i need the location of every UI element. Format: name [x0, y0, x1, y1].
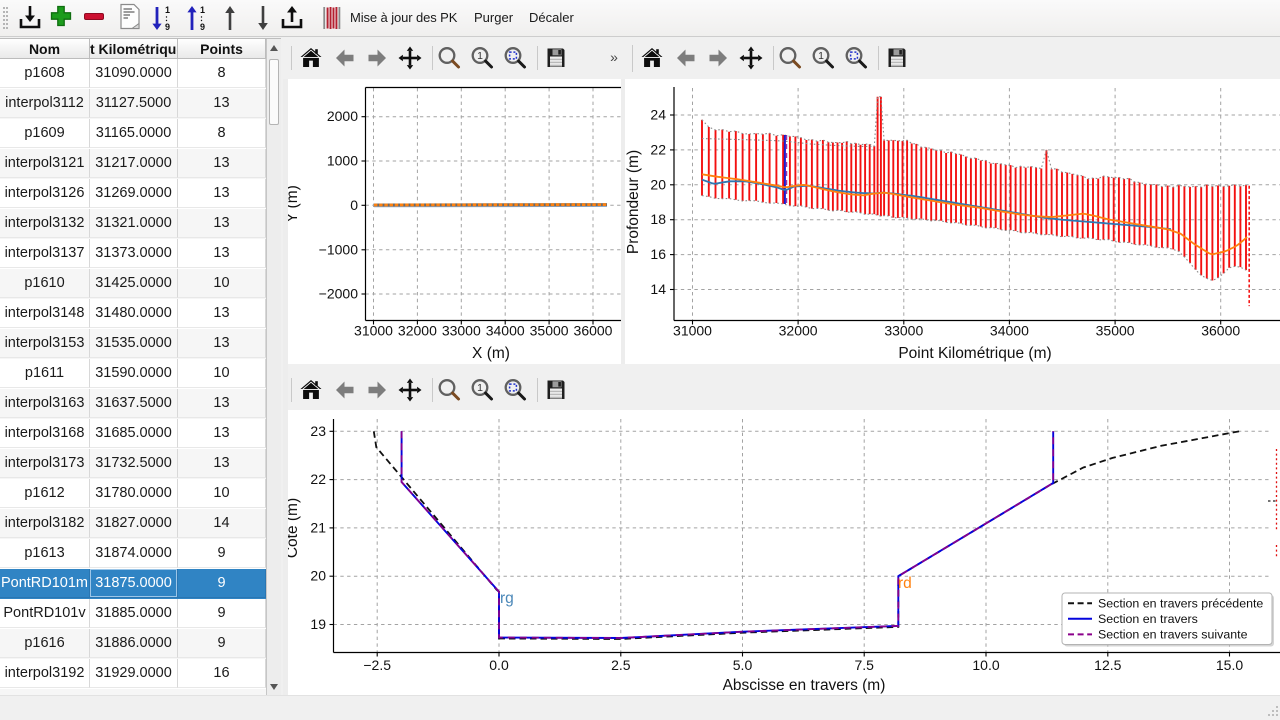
svg-text:34000: 34000 [990, 323, 1029, 339]
svg-text:16: 16 [650, 246, 666, 262]
svg-text:Section en travers: Section en travers [1098, 612, 1198, 626]
svg-text:1000: 1000 [327, 153, 358, 169]
svg-text:12.5: 12.5 [1094, 657, 1121, 673]
svg-text:22: 22 [650, 141, 666, 157]
svg-text:2000: 2000 [327, 108, 358, 124]
svg-text:Abscisse en travers (m): Abscisse en travers (m) [723, 677, 886, 694]
svg-text:Profondeur (m): Profondeur (m) [625, 150, 642, 254]
svg-text:35000: 35000 [1096, 323, 1135, 339]
svg-text:Section en travers suivante: Section en travers suivante [1098, 628, 1248, 642]
svg-text:−1000: −1000 [319, 241, 359, 257]
svg-text:1: 1 [477, 382, 483, 394]
svg-text:X (m): X (m) [472, 345, 510, 362]
svg-text:1: 1 [200, 5, 205, 15]
svg-text:1: 1 [477, 50, 483, 62]
svg-text:31000: 31000 [354, 323, 393, 339]
svg-text:2.5: 2.5 [611, 657, 631, 673]
svg-text:19: 19 [310, 616, 326, 632]
svg-text:rd: rd [898, 575, 912, 592]
svg-text:34000: 34000 [486, 323, 525, 339]
svg-text:−2.5: −2.5 [363, 657, 391, 673]
svg-text:20: 20 [310, 568, 326, 584]
svg-text:7.5: 7.5 [854, 657, 874, 673]
svg-text:36000: 36000 [574, 323, 613, 339]
svg-text:0.0: 0.0 [489, 657, 509, 673]
svg-text:36000: 36000 [1201, 323, 1240, 339]
svg-text:32000: 32000 [398, 323, 437, 339]
svg-text:9: 9 [165, 22, 170, 32]
svg-text:5.0: 5.0 [733, 657, 753, 673]
svg-text:24: 24 [650, 107, 666, 123]
svg-text:31000: 31000 [673, 323, 712, 339]
svg-text:33000: 33000 [884, 323, 923, 339]
svg-text:10.0: 10.0 [972, 657, 999, 673]
svg-text:21: 21 [310, 519, 326, 535]
svg-text:rg: rg [500, 590, 514, 607]
svg-text:22: 22 [310, 471, 326, 487]
svg-text:Point Kilométrique (m): Point Kilométrique (m) [898, 345, 1051, 362]
svg-text:32000: 32000 [779, 323, 818, 339]
svg-text:14: 14 [650, 281, 666, 297]
svg-text:Cote (m): Cote (m) [288, 498, 301, 558]
svg-text:Section en travers précédente: Section en travers précédente [1098, 596, 1263, 610]
svg-text:18: 18 [650, 211, 666, 227]
svg-text:1: 1 [165, 5, 170, 15]
svg-text:0: 0 [350, 197, 358, 213]
svg-text:−2000: −2000 [319, 286, 359, 302]
svg-text:35000: 35000 [530, 323, 569, 339]
svg-text:1: 1 [818, 50, 824, 62]
svg-text:20: 20 [650, 176, 666, 192]
svg-text:33000: 33000 [442, 323, 481, 339]
svg-text:15.0: 15.0 [1216, 657, 1243, 673]
svg-text:23: 23 [310, 423, 326, 439]
svg-text:Y (m): Y (m) [288, 185, 301, 223]
svg-text:9: 9 [200, 22, 205, 32]
